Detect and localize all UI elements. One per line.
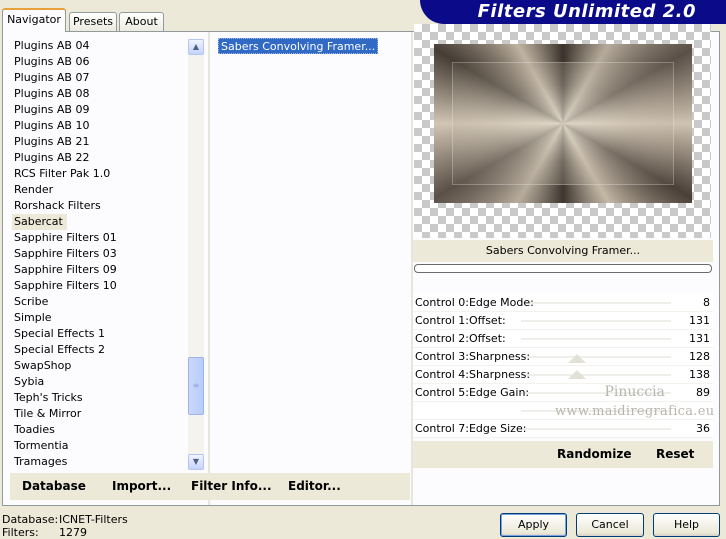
category-item[interactable]: Plugins AB 07 — [12, 70, 190, 86]
control-label: Control 2:Offset: — [415, 332, 506, 345]
control-label: Control 4:Sharpness: — [415, 368, 531, 381]
slider-track[interactable] — [521, 374, 671, 376]
category-item[interactable]: Plugins AB 22 — [12, 150, 190, 166]
category-item[interactable]: Simple — [12, 310, 190, 326]
slider-track[interactable] — [521, 410, 671, 412]
category-scrollbar[interactable]: ▲ ≡ ▼ — [188, 39, 204, 470]
control-slider-row[interactable]: Control 0:Edge Mode: 8 — [413, 294, 713, 312]
app-banner: Filters Unlimited 2.0 — [420, 0, 726, 24]
category-item[interactable]: Sapphire Filters 10 — [12, 278, 190, 294]
reset-button[interactable]: Reset — [656, 441, 694, 468]
editor-button[interactable]: Editor... — [288, 473, 341, 500]
category-item[interactable]: SwapShop — [12, 358, 190, 374]
category-item[interactable]: Plugins AB 06 — [12, 54, 190, 70]
scrollbar-thumb[interactable]: ≡ — [188, 357, 204, 415]
control-label: Control 5:Edge Gain: — [415, 386, 530, 399]
control-slider-row[interactable]: Control 2:Offset: 131 — [413, 330, 713, 348]
category-item[interactable]: Plugins AB 09 — [12, 102, 190, 118]
control-label: Control 1:Offset: — [415, 314, 506, 327]
scroll-down-arrow-icon[interactable]: ▼ — [188, 454, 204, 470]
slider-track[interactable] — [521, 392, 671, 394]
scroll-up-arrow-icon[interactable]: ▲ — [188, 39, 204, 55]
category-item[interactable]: Sabercat — [12, 214, 67, 230]
control-value: 131 — [689, 314, 710, 327]
category-item[interactable]: Plugins AB 04 — [12, 38, 190, 54]
database-status-value: ICNET-Filters — [59, 513, 128, 526]
slider-track[interactable] — [521, 428, 671, 430]
slider-track[interactable] — [521, 302, 671, 304]
category-item[interactable]: Tormentia — [12, 438, 190, 454]
control-slider-row[interactable]: Control 7:Edge Size: 36 — [413, 420, 713, 438]
category-item[interactable]: Sapphire Filters 09 — [12, 262, 190, 278]
tab-about[interactable]: About — [119, 12, 164, 32]
tab-presets[interactable]: Presets — [69, 12, 117, 32]
control-slider-row[interactable] — [413, 402, 713, 420]
control-label: Control 3:Sharpness: — [415, 350, 531, 363]
category-item[interactable]: Rorshack Filters — [12, 198, 190, 214]
watermark-shape — [568, 370, 586, 379]
category-item[interactable]: Sybia — [12, 374, 190, 390]
category-item[interactable]: Plugins AB 10 — [12, 118, 190, 134]
control-value: 89 — [696, 386, 710, 399]
database-status-label: Database: — [2, 513, 59, 526]
tab-navigator[interactable]: Navigator — [2, 8, 66, 32]
cancel-button[interactable]: Cancel — [576, 513, 644, 537]
control-sliders: Control 0:Edge Mode: 8 Control 1:Offset: 13… — [413, 294, 713, 438]
category-item[interactable]: Toadies — [12, 422, 190, 438]
slider-track[interactable] — [521, 338, 671, 340]
category-item[interactable]: Special Effects 1 — [12, 326, 190, 342]
category-item[interactable]: Tramages — [12, 454, 190, 470]
category-item[interactable]: RCS Filter Pak 1.0 — [12, 166, 190, 182]
control-label: Control 0:Edge Mode: — [415, 296, 534, 309]
filter-info-button[interactable]: Filter Info... — [191, 473, 272, 500]
control-slider-row[interactable]: Control 5:Edge Gain: 89 — [413, 384, 713, 402]
filter-item[interactable]: Sabers Convolving Framer... — [218, 38, 379, 54]
navigator-action-bar: Database Import... Filter Info... Editor… — [10, 473, 410, 500]
control-label: Control 7:Edge Size: — [415, 422, 527, 435]
category-item[interactable]: Teph's Tricks — [12, 390, 190, 406]
apply-button[interactable]: Apply — [500, 513, 567, 537]
control-value: 138 — [689, 368, 710, 381]
filters-count-value: 1279 — [59, 526, 87, 539]
import-button[interactable]: Import... — [112, 473, 171, 500]
category-item[interactable]: Plugins AB 21 — [12, 134, 190, 150]
preview-action-bar: Randomize Reset — [413, 441, 713, 468]
category-item[interactable]: Render — [12, 182, 190, 198]
watermark-shape — [568, 354, 586, 363]
category-item[interactable]: Sapphire Filters 03 — [12, 246, 190, 262]
category-item[interactable]: Scribe — [12, 294, 190, 310]
category-item[interactable]: Tile & Mirror — [12, 406, 190, 422]
column-divider — [208, 32, 210, 505]
progress-bar — [414, 264, 712, 273]
control-value: 128 — [689, 350, 710, 363]
category-list[interactable]: Plugins AB 04 Plugins AB 06 Plugins AB 07 P… — [12, 38, 190, 471]
preview-canvas[interactable] — [414, 24, 711, 238]
help-button[interactable]: Help — [653, 513, 720, 537]
control-slider-row[interactable]: Control 4:Sharpness: 138 — [413, 366, 713, 384]
randomize-button[interactable]: Randomize — [557, 441, 631, 468]
category-item[interactable]: Special Effects 2 — [12, 342, 190, 358]
status-info: Database:ICNET-Filters Filters: 1279 — [2, 513, 128, 539]
slider-track[interactable] — [521, 356, 671, 358]
control-slider-row[interactable]: Control 3:Sharpness: 128 — [413, 348, 713, 366]
control-value: 8 — [703, 296, 710, 309]
filters-count-label: Filters: — [2, 526, 39, 539]
control-value: 131 — [689, 332, 710, 345]
filter-list[interactable]: Sabers Convolving Framer... — [218, 38, 408, 54]
preview-image — [434, 44, 692, 203]
category-item[interactable]: Plugins AB 08 — [12, 86, 190, 102]
slider-track[interactable] — [521, 320, 671, 322]
preview-filter-name: Sabers Convolving Framer... — [413, 240, 713, 262]
database-button[interactable]: Database — [22, 473, 86, 500]
app-title: Filters Unlimited 2.0 — [477, 1, 696, 22]
control-value: 36 — [696, 422, 710, 435]
control-slider-row[interactable]: Control 1:Offset: 131 — [413, 312, 713, 330]
category-item[interactable]: Sapphire Filters 01 — [12, 230, 190, 246]
